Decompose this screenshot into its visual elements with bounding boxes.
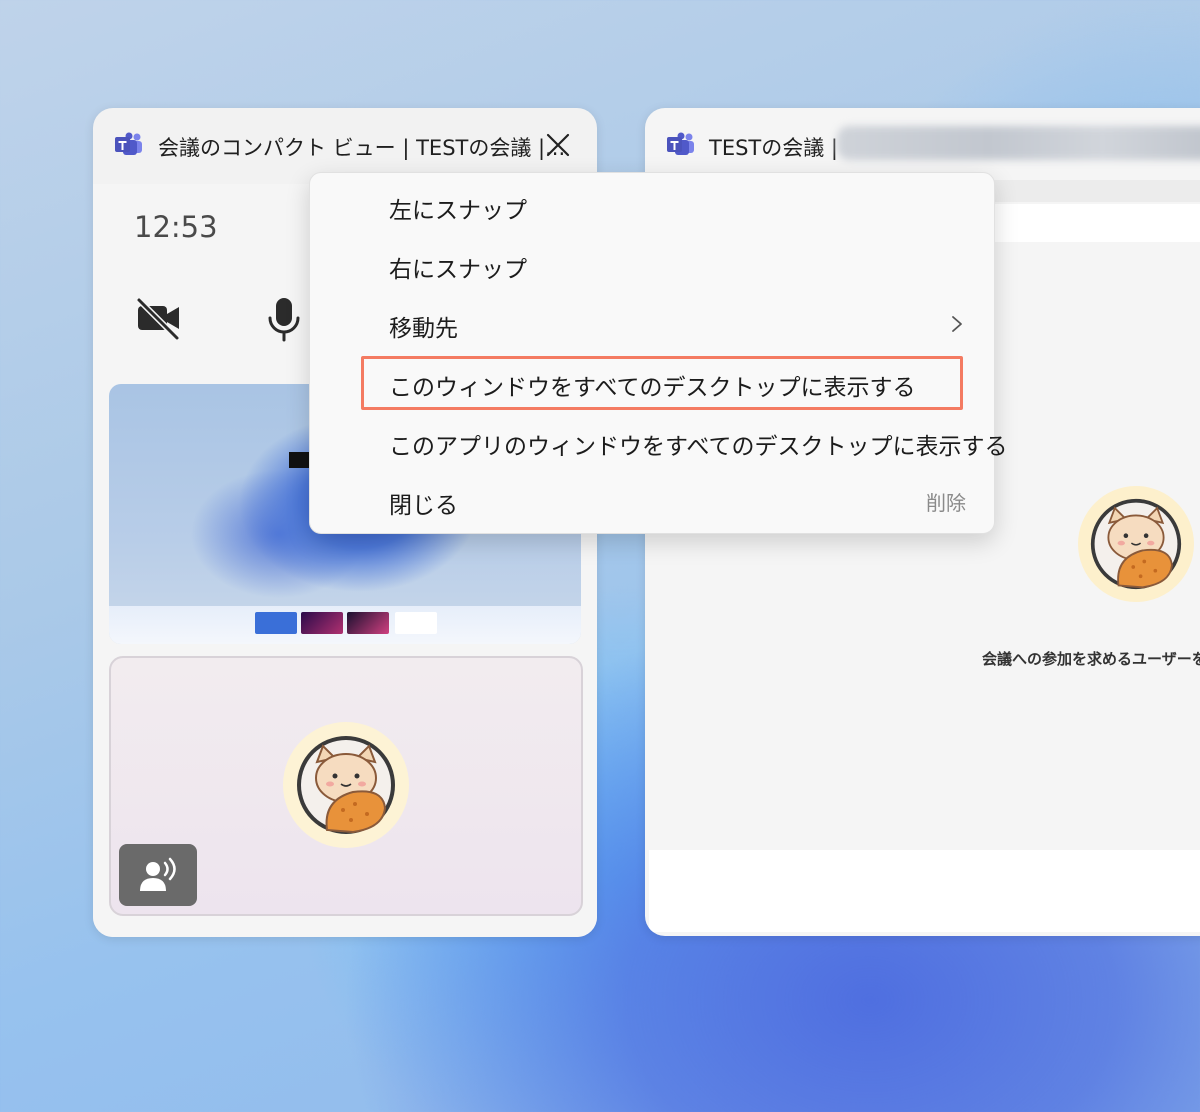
window-title: 会議のコンパクト ビュー | TESTの会議 |... [158,136,566,160]
participant-avatar [1078,486,1194,602]
menu-item-move-to[interactable]: 移動先 [310,294,994,353]
menu-item-label: 閉じる [389,493,458,519]
teams-icon [115,132,142,155]
close-button[interactable] [541,128,575,162]
window-title: TESTの会議 | [709,136,839,160]
shared-taskbar [109,606,581,644]
thumbnail [301,612,343,634]
thumbnail [395,612,437,634]
camera-toggle-button[interactable] [135,294,183,342]
speaker-icon [140,857,176,891]
chevron-right-icon [952,316,962,332]
meeting-header-bar [993,204,1200,242]
thumbnail [347,612,389,634]
mic-toggle-button[interactable] [263,294,305,342]
meeting-bottom-bar [649,850,1200,932]
shared-window-fragment [289,452,311,468]
menu-item-label: このアプリのウィンドウをすべてのデスクトップに表示する [389,434,1008,460]
blurred-title-area [837,126,1200,160]
participant-tile[interactable] [109,656,583,916]
invite-participants-text: 会議への参加を求めるユーザーを招 [982,650,1200,668]
avatar-cat [297,736,395,834]
highlight-annotation-box [361,356,963,410]
menu-item-show-app-windows-on-all-desktops[interactable]: このアプリのウィンドウをすべてのデスクトップに表示する [310,412,1007,471]
teams-icon [667,132,694,155]
menu-item-snap-right[interactable]: 右にスナップ [310,235,994,294]
thumbnail [255,612,297,634]
mic-icon [268,298,300,342]
meeting-clock: 12:53 [134,210,218,244]
avatar-cat [1090,498,1182,590]
camera-off-icon [136,297,180,341]
menu-item-label: 左にスナップ [389,198,527,224]
participant-avatar [283,722,409,848]
menu-item-label: 移動先 [389,316,458,342]
speaker-indicator-button[interactable] [119,844,197,906]
menu-item-close[interactable]: 閉じる 削除 [310,471,994,530]
window-context-menu: 左にスナップ 右にスナップ 移動先 このウィンドウをすべてのデスクトップに表示す… [309,172,1007,534]
menu-item-shortcut: 削除 [926,491,966,515]
menu-item-label: 右にスナップ [389,257,527,283]
menu-item-snap-left[interactable]: 左にスナップ [310,176,994,235]
close-icon [546,133,570,157]
